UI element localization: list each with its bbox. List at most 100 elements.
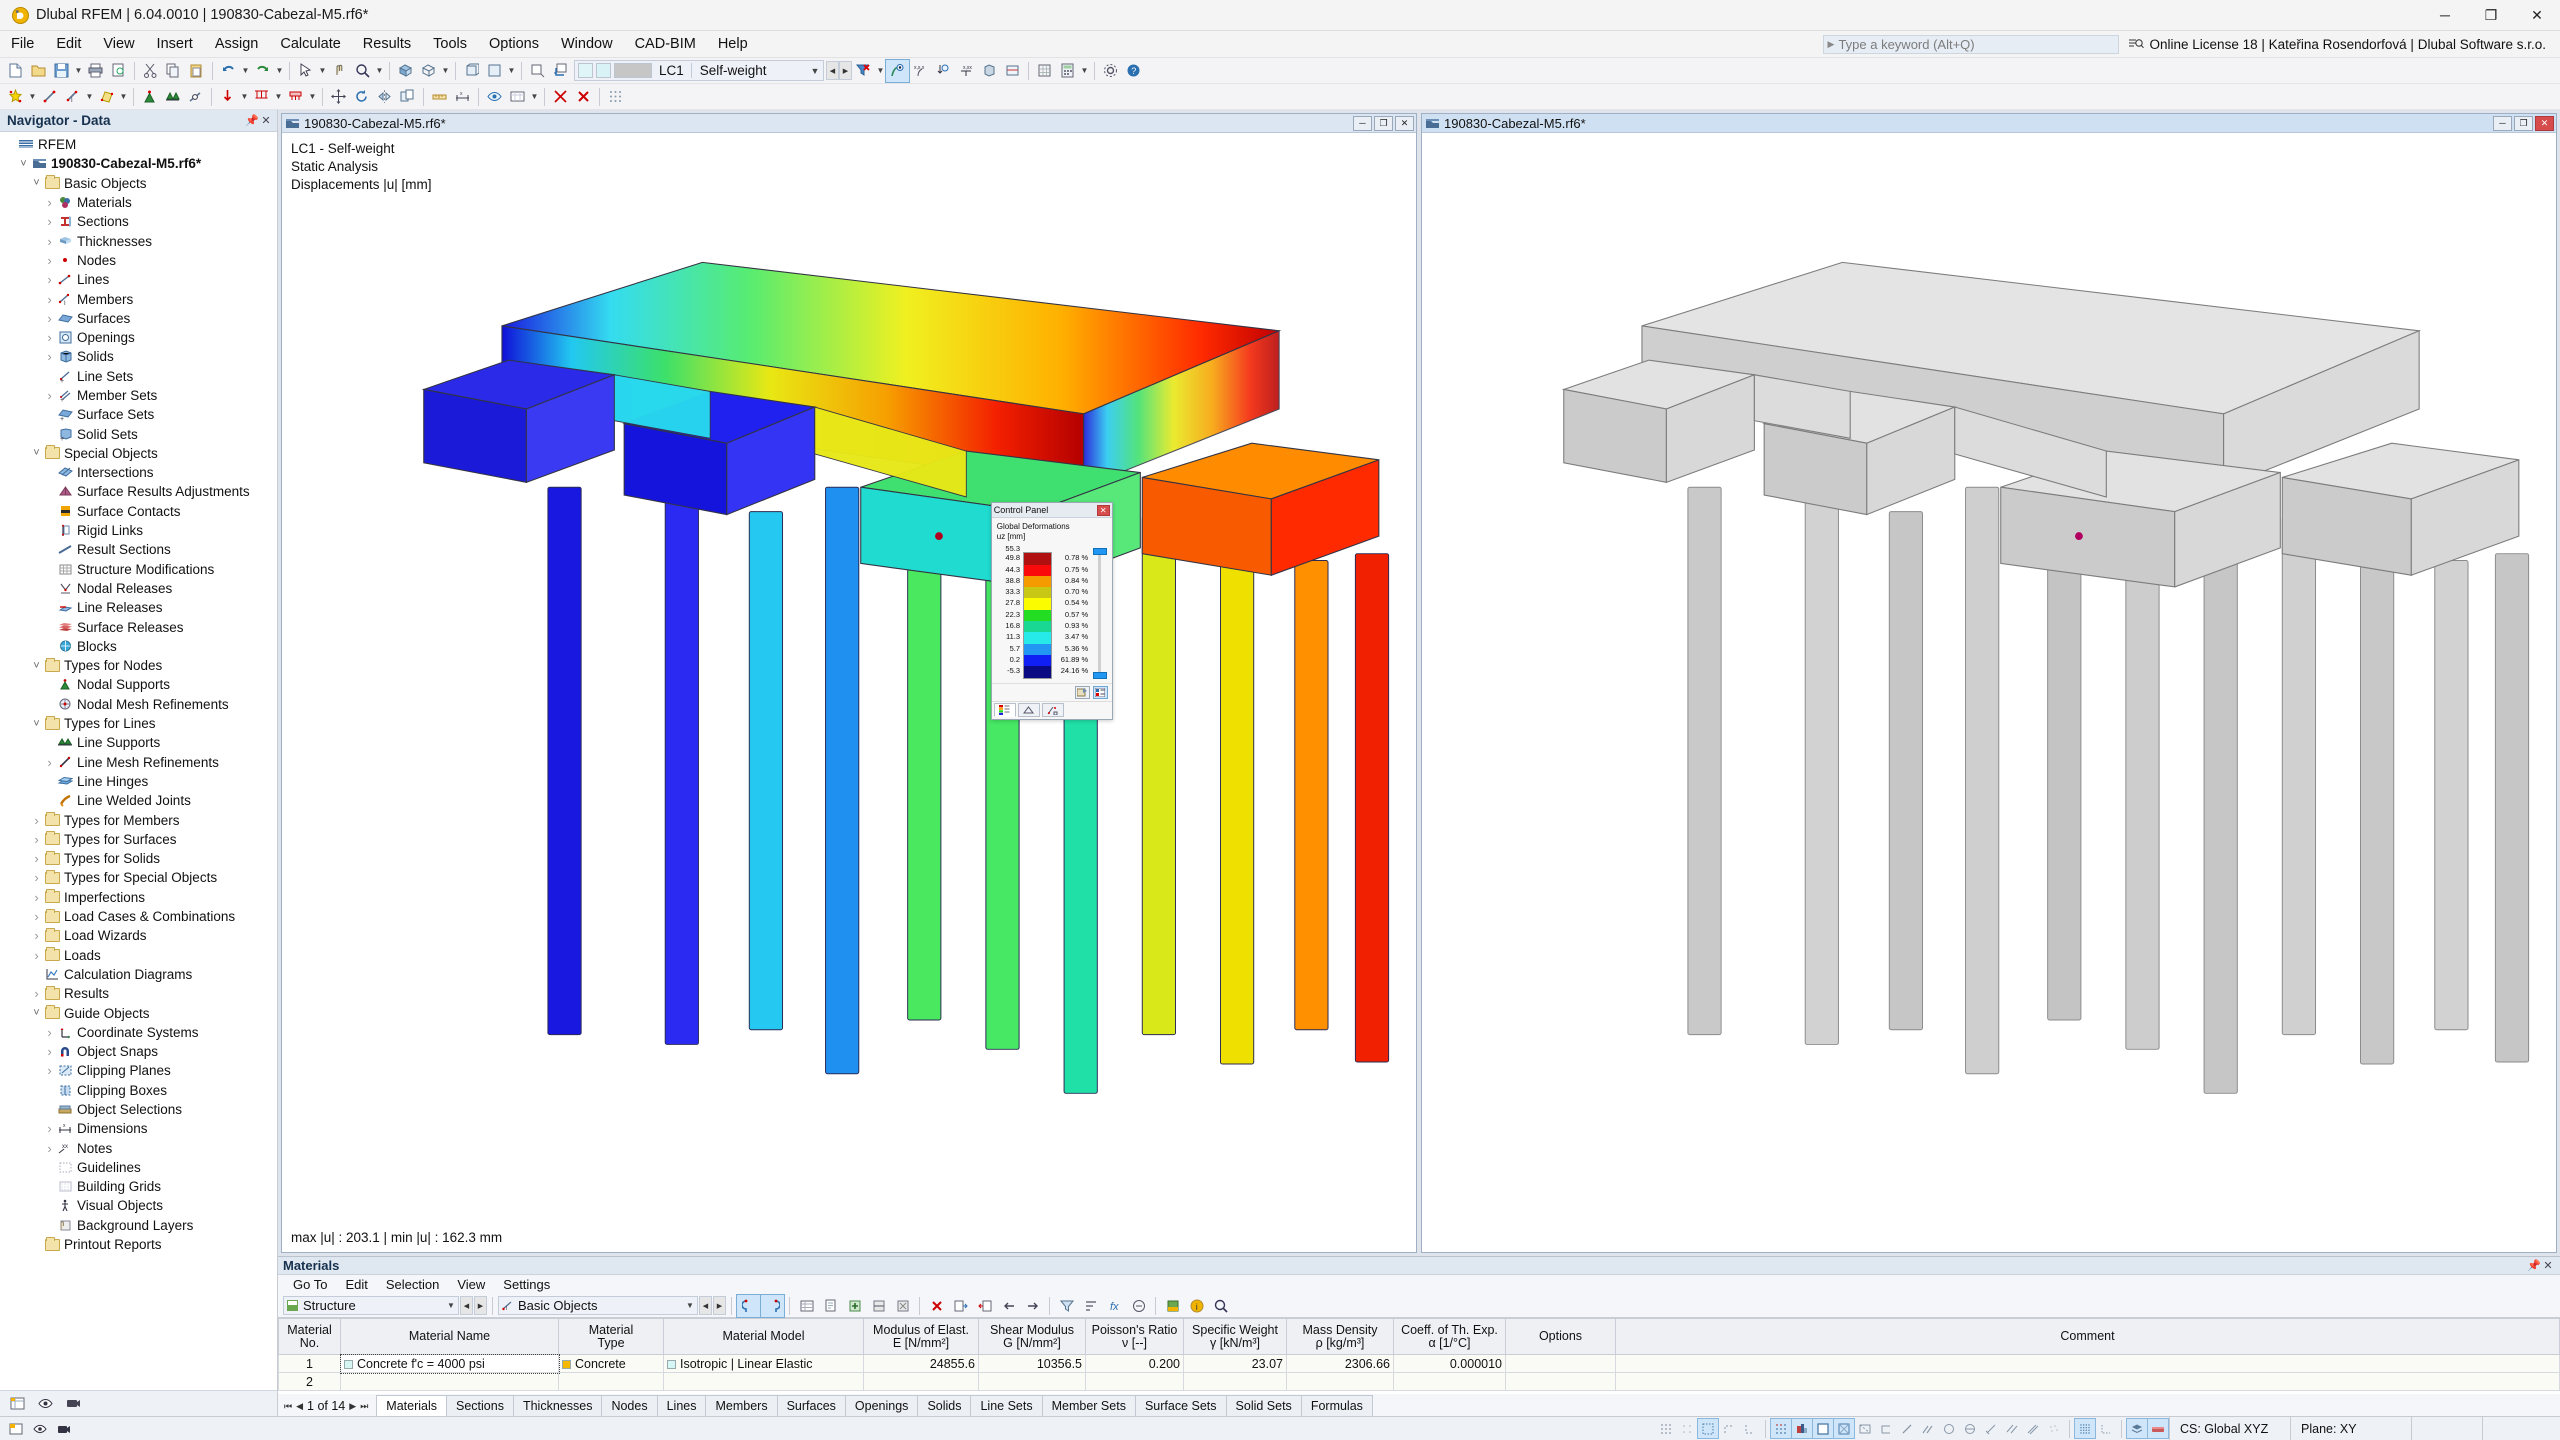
table-formula-icon[interactable]: fx [1103, 1295, 1126, 1317]
move-icon[interactable] [327, 86, 350, 108]
chevron-right-icon[interactable]: › [43, 755, 56, 770]
scale-slider[interactable] [1092, 548, 1108, 679]
nav-item-surface-results-adjustments[interactable]: Surface Results Adjustments [0, 482, 277, 501]
calculate-dropdown-icon[interactable]: ▼ [1079, 60, 1090, 82]
tangent-tool-icon[interactable] [1981, 1419, 2001, 1438]
chevron-right-icon[interactable]: › [43, 349, 56, 364]
viewport-right-close[interactable]: ✕ [2535, 115, 2554, 131]
table-menu-view[interactable]: View [448, 1275, 494, 1294]
table-tab-thicknesses[interactable]: Thicknesses [512, 1395, 603, 1416]
surface-load-dropdown-icon[interactable]: ▼ [307, 86, 318, 108]
navigator-pin-icon[interactable]: 📌 [245, 114, 259, 127]
table-color-icon[interactable] [1161, 1295, 1184, 1317]
render-solid-icon[interactable] [394, 60, 417, 82]
scope-next-button[interactable]: ▶ [474, 1296, 487, 1315]
nav-item-member-sets[interactable]: › + Member Sets [0, 386, 277, 405]
nav-item-guidelines[interactable]: Guidelines [0, 1158, 277, 1177]
nav-item-nodal-mesh-refinements[interactable]: Nodal Mesh Refinements [0, 695, 277, 714]
nav-item-sections[interactable]: › Sections [0, 212, 277, 231]
nav-item-190830-cabezal-m5-rf6[interactable]: ˅ 190830-Cabezal-M5.rf6* [0, 154, 277, 173]
cell-poissons-ratio[interactable] [1085, 1372, 1184, 1391]
grid-header-cell[interactable]: Mass Density ρ [kg/m³] [1286, 1318, 1394, 1355]
menu-file[interactable]: File [0, 32, 45, 56]
menu-options[interactable]: Options [478, 32, 550, 56]
table-move-right-icon[interactable] [1021, 1295, 1044, 1317]
nav-item-imperfections[interactable]: › Imperfections [0, 888, 277, 907]
load-case-prev-icon[interactable] [526, 60, 549, 82]
cell-material-type[interactable]: Concrete [558, 1354, 664, 1373]
draw-node-dropdown-icon[interactable]: ▼ [27, 86, 38, 108]
chevron-right-icon[interactable]: › [43, 1141, 56, 1156]
table-import-icon[interactable] [973, 1295, 996, 1317]
save-dropdown-icon[interactable]: ▼ [73, 60, 84, 82]
view-iso-icon[interactable] [460, 60, 483, 82]
point-cloud-icon[interactable] [2044, 1419, 2064, 1438]
table-info-icon[interactable]: i [1185, 1295, 1208, 1317]
copy-icon[interactable] [162, 60, 185, 82]
cell-modulus-elasticity[interactable]: 24855.6 [863, 1354, 979, 1373]
navigator-views-tab-icon[interactable] [62, 1393, 85, 1415]
show-results-icon[interactable] [885, 58, 910, 83]
table-tab-openings[interactable]: Openings [844, 1395, 919, 1416]
nav-item-clipping-planes[interactable]: › Clipping Planes [0, 1061, 277, 1080]
cell-specific-weight[interactable] [1183, 1372, 1287, 1391]
menu-window[interactable]: Window [550, 32, 624, 56]
dimension-icon[interactable]: x [451, 86, 474, 108]
status-video-icon[interactable] [54, 1419, 74, 1438]
nav-item-result-sections[interactable]: Result Sections [0, 540, 277, 559]
draw-line-icon[interactable] [38, 86, 61, 108]
viewport-right-maximize[interactable]: ❐ [2514, 115, 2533, 131]
line-load-dropdown-icon[interactable]: ▼ [273, 86, 284, 108]
pager-prev-icon[interactable]: ◀ [296, 1401, 303, 1412]
chevron-right-icon[interactable]: › [43, 292, 56, 307]
nav-item-dimensions[interactable]: › x Dimensions [0, 1119, 277, 1138]
navigator-data-tab-icon[interactable] [6, 1393, 29, 1415]
menu-help[interactable]: Help [707, 32, 759, 56]
parallel-tool-icon[interactable] [2002, 1419, 2022, 1438]
chevron-down-icon[interactable]: ▼ [444, 1301, 458, 1310]
select-icon[interactable] [294, 60, 317, 82]
draw-node-icon[interactable] [4, 86, 27, 108]
settings-icon[interactable] [1099, 60, 1122, 82]
control-panel-close-icon[interactable]: ✕ [1096, 504, 1110, 516]
nav-item-line-releases[interactable]: Line Releases [0, 598, 277, 617]
draw-member-dropdown-icon[interactable]: ▼ [84, 86, 95, 108]
load-case-next-button[interactable]: ▶ [839, 61, 852, 80]
maximize-button[interactable]: ❐ [2468, 0, 2514, 31]
nav-item-line-hinges[interactable]: Line Hinges [0, 772, 277, 791]
grid-header-cell[interactable]: Comment [1615, 1318, 2560, 1355]
nav-item-load-cases-combinations[interactable]: › Load Cases & Combinations [0, 907, 277, 926]
nav-item-surface-contacts[interactable]: Surface Contacts [0, 502, 277, 521]
grid-header-cell[interactable]: Material Type [558, 1318, 664, 1355]
table-tab-member-sets[interactable]: Member Sets [1041, 1395, 1136, 1416]
table-close-icon[interactable]: ✕ [2541, 1259, 2555, 1272]
chevron-right-icon[interactable]: › [43, 195, 56, 210]
viewport-left[interactable]: 190830-Cabezal-M5.rf6* ─ ❐ ✕ LC1 - Self-… [281, 113, 1417, 1253]
table-tab-formulas[interactable]: Formulas [1300, 1395, 1373, 1416]
nodal-load-icon[interactable] [216, 86, 239, 108]
grid-header-cell[interactable]: Modulus of Elast. E [N/mm²] [863, 1318, 979, 1355]
materials-grid-wrapper[interactable]: Material No. Material Name Material Type Mate… [278, 1317, 2560, 1394]
viewport-right[interactable]: 190830-Cabezal-M5.rf6* ─ ❐ ✕ [1421, 113, 2557, 1253]
table-sort-icon[interactable] [1079, 1295, 1102, 1317]
new-file-icon[interactable] [4, 60, 27, 82]
nav-item-line-mesh-refinements[interactable]: › Line Mesh Refinements [0, 753, 277, 772]
nav-item-types-for-members[interactable]: › Types for Members [0, 810, 277, 829]
circle-tool-icon[interactable] [1960, 1419, 1980, 1438]
table-move-left-icon[interactable] [997, 1295, 1020, 1317]
paste-icon[interactable] [185, 60, 208, 82]
cell-material-model[interactable] [663, 1372, 864, 1391]
transparency-icon[interactable] [1833, 1418, 1855, 1439]
cell-material-model[interactable]: Isotropic | Linear Elastic [663, 1354, 864, 1373]
chevron-right-icon[interactable]: › [30, 948, 43, 963]
render-dropdown-icon[interactable]: ▼ [440, 60, 451, 82]
cell-specific-weight[interactable]: 23.07 [1183, 1354, 1287, 1373]
nav-item-line-sets[interactable]: + Line Sets [0, 367, 277, 386]
nav-item-openings[interactable]: › Openings [0, 328, 277, 347]
save-icon[interactable] [50, 60, 73, 82]
grid-header-cell[interactable]: Material Name [340, 1318, 559, 1355]
cell-material-type[interactable] [558, 1372, 664, 1391]
nav-item-rfem[interactable]: RFEM [0, 135, 277, 154]
nav-item-calculation-diagrams[interactable]: Calculation Diagrams [0, 965, 277, 984]
table-tab-surfaces[interactable]: Surfaces [776, 1395, 846, 1416]
